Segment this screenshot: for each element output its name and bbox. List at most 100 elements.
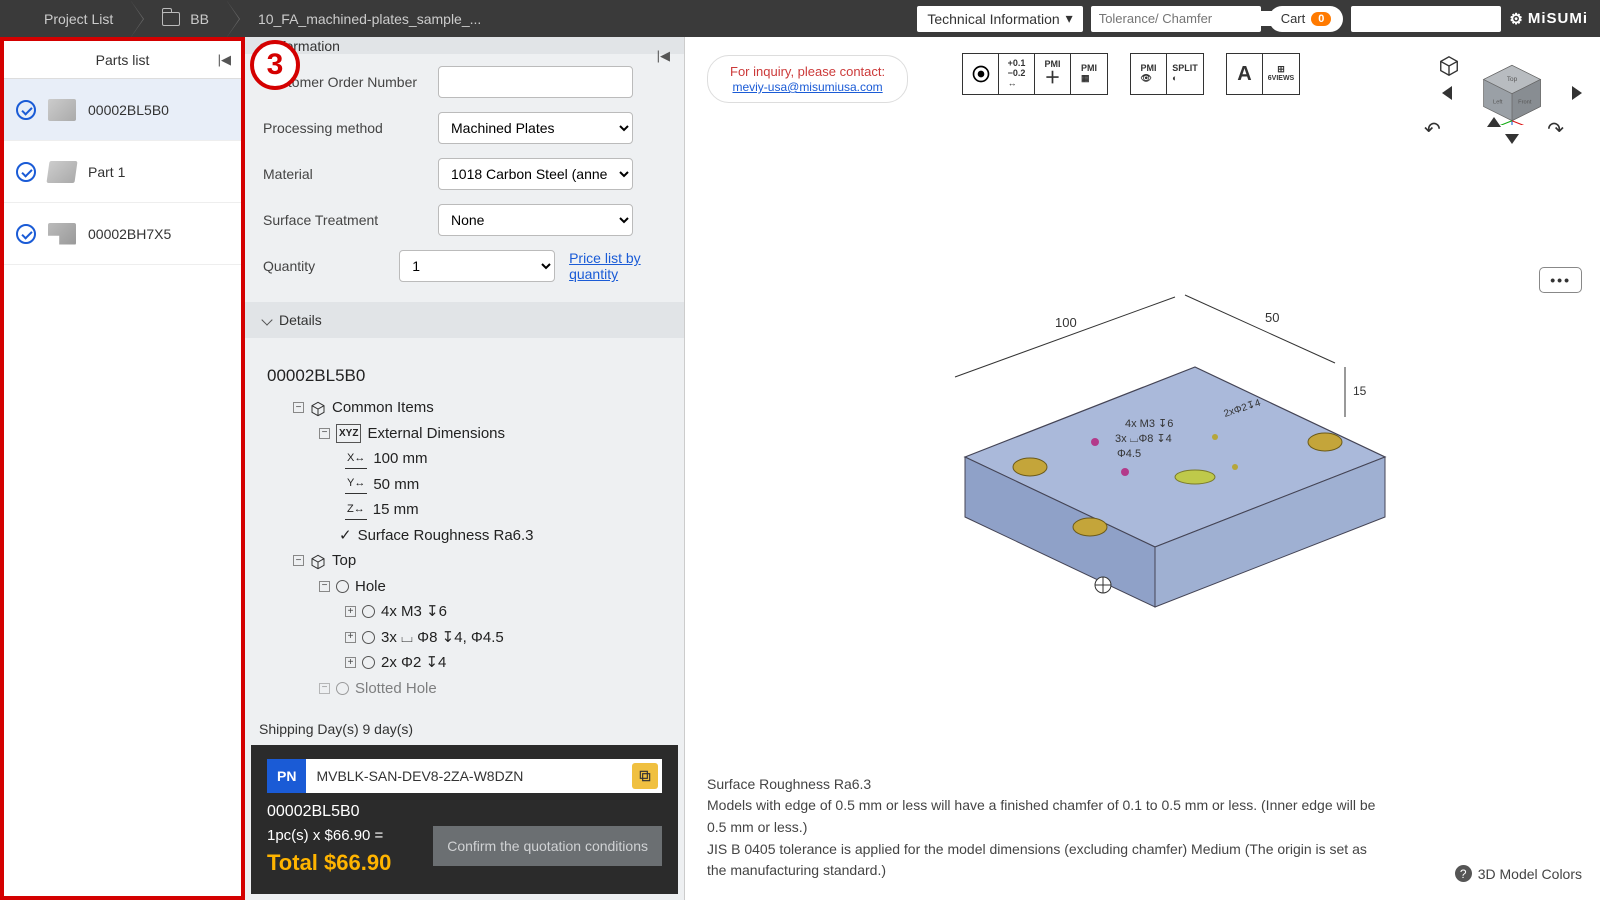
inquiry-text: For inquiry, please contact: — [730, 64, 885, 79]
cart-button[interactable]: Cart0 — [1269, 6, 1344, 32]
tree-leaf[interactable]: Z↔15 mm — [345, 497, 662, 523]
breadcrumb-folder[interactable]: BB — [144, 0, 227, 37]
svg-text:Top: Top — [1507, 76, 1518, 83]
part-item[interactable]: 00002BL5B0 — [4, 79, 241, 141]
tree-leaf[interactable]: +4x M3 ↧6 — [345, 599, 662, 625]
pmi-add-button[interactable]: PMI＋ — [1035, 54, 1071, 94]
tree-node[interactable]: −Slotted Hole — [319, 676, 662, 702]
info-panel: c Information |◀ Customer Order Number P… — [245, 37, 685, 900]
annotation-step-3: 3 — [250, 40, 300, 90]
processing-label: Processing method — [263, 120, 438, 136]
breadcrumb-file[interactable]: 10_FA_machined-plates_sample_... — [240, 0, 499, 37]
copy-icon[interactable] — [632, 763, 658, 789]
tree-leaf[interactable]: +2x Φ2 ↧4 — [345, 650, 662, 676]
text-button[interactable]: A — [1227, 54, 1263, 94]
technical-info-dropdown[interactable]: Technical Information▾ — [917, 6, 1082, 32]
chevron-down-icon — [261, 314, 272, 325]
more-button[interactable]: ••• — [1539, 267, 1582, 293]
material-label: Material — [263, 166, 438, 182]
tree-leaf[interactable]: Y↔50 mm — [345, 472, 662, 498]
tolerance-button[interactable]: +0.1−0.2↔ — [999, 54, 1035, 94]
viewer-footer-text: Surface Roughness Ra6.3 Models with edge… — [707, 774, 1380, 882]
3d-viewer[interactable]: For inquiry, please contact: meviy-usa@m… — [685, 37, 1600, 900]
surface-label: Surface Treatment — [263, 212, 438, 228]
collapse-left-icon[interactable]: |◀ — [218, 52, 231, 68]
parts-list-header: Parts list |◀ — [4, 41, 241, 79]
price-part-name: 00002BL5B0 — [267, 803, 662, 821]
surface-select[interactable]: None — [438, 204, 633, 236]
pn-badge: PN — [267, 759, 306, 793]
nav-cube-widget[interactable]: Top Front Left — [1475, 61, 1549, 125]
part-name: 00002BH7X5 — [88, 226, 171, 242]
inquiry-box: For inquiry, please contact: meviy-usa@m… — [707, 55, 908, 103]
qty-label: Quantity — [263, 258, 399, 274]
search-input[interactable] — [1099, 11, 1275, 26]
help-icon: ? — [1455, 865, 1472, 882]
tree-leaf[interactable]: +3x ⌴ Φ8 ↧4, Φ4.5 — [345, 625, 662, 651]
tree-leaf[interactable]: ✓Surface Roughness Ra6.3 — [319, 523, 662, 549]
processing-select[interactable]: Machined Plates — [438, 112, 633, 144]
collapse-info-icon[interactable]: |◀ — [657, 48, 670, 64]
cart-count-badge: 0 — [1311, 12, 1331, 26]
svg-text:15: 15 — [1353, 384, 1367, 398]
views-button[interactable]: ⊞6VIEWS — [1263, 54, 1299, 94]
part-item[interactable]: Part 1 — [4, 141, 241, 203]
hole-icon — [336, 682, 349, 695]
inquiry-email-link[interactable]: meviy-usa@misumiusa.com — [732, 80, 882, 94]
nav-up[interactable] — [1487, 117, 1501, 127]
gd-t-button[interactable] — [963, 54, 999, 94]
logo: ⚙MiSUMi — [1509, 10, 1588, 28]
rotate-ccw-icon[interactable]: ↶ — [1424, 117, 1441, 142]
search-box[interactable] — [1091, 6, 1261, 32]
y-dim-icon: Y↔ — [345, 474, 367, 494]
rotate-cw-icon[interactable]: ↷ — [1547, 117, 1564, 142]
pmi-list-button[interactable]: PMI▦ — [1071, 54, 1107, 94]
info-panel-header: c Information |◀ — [245, 37, 684, 54]
shipping-row: Shipping Day(s) 9 day(s) — [245, 713, 684, 745]
tree-node[interactable]: −Common Items — [293, 395, 662, 421]
svg-text:100: 100 — [1055, 315, 1077, 330]
part-item[interactable]: 00002BH7X5 — [4, 203, 241, 265]
svg-text:3x ⌴Φ8 ↧4: 3x ⌴Φ8 ↧4 — [1115, 433, 1172, 445]
hole-icon — [362, 631, 375, 644]
part-name: Part 1 — [88, 164, 125, 180]
tree-part-name: 00002BL5B0 — [267, 362, 662, 391]
folder-icon — [162, 12, 180, 26]
price-box: PN MVBLK-SAN-DEV8-2ZA-W8DZN 00002BL5B0 1… — [251, 745, 678, 894]
xyz-icon: XYZ — [336, 424, 361, 443]
svg-text:4x M3 ↧6: 4x M3 ↧6 — [1125, 418, 1173, 430]
check-icon — [16, 162, 36, 182]
part-number: MVBLK-SAN-DEV8-2ZA-W8DZN — [306, 768, 632, 784]
parts-list-panel: Parts list |◀ 00002BL5B0 Part 1 00002BH7… — [0, 37, 245, 900]
material-select[interactable]: 1018 Carbon Steel (anneal... — [438, 158, 633, 190]
tree-node[interactable]: −XYZExternal Dimensions — [319, 421, 662, 447]
nav-cube: ↶↷ Top Front Left — [1442, 55, 1582, 245]
account-box[interactable] — [1351, 6, 1501, 32]
cust-order-input[interactable] — [438, 66, 633, 98]
svg-text:Φ4.5: Φ4.5 — [1117, 448, 1141, 460]
pricelist-link[interactable]: Price list by quantity — [569, 250, 666, 282]
split-button[interactable]: SPLIT◐ — [1167, 54, 1203, 94]
cube-icon — [310, 400, 326, 416]
part-name: 00002BL5B0 — [88, 102, 169, 118]
nav-left[interactable] — [1442, 86, 1452, 100]
part-thumb-icon — [46, 161, 77, 183]
model-colors-link[interactable]: ?3D Model Colors — [1455, 865, 1582, 882]
details-toggle[interactable]: Details — [245, 302, 684, 338]
tree-node[interactable]: −Hole — [319, 574, 662, 600]
part-thumb-icon — [48, 223, 76, 245]
details-tree: 00002BL5B0 −Common Items −XYZExternal Di… — [263, 352, 666, 705]
breadcrumb-project-list[interactable]: Project List — [0, 0, 131, 37]
qty-select[interactable]: 1 — [399, 250, 555, 282]
pmi-hide-button[interactable]: PMI👁 — [1131, 54, 1167, 94]
part-thumb-icon — [48, 99, 76, 121]
check-icon — [16, 224, 36, 244]
svg-text:Left: Left — [1493, 100, 1503, 106]
tree-node[interactable]: −Top — [293, 548, 662, 574]
nav-right[interactable] — [1572, 86, 1582, 100]
top-bar: Project List BB 10_FA_machined-plates_sa… — [0, 0, 1600, 37]
tree-leaf[interactable]: X↔100 mm — [345, 446, 662, 472]
svg-text:50: 50 — [1265, 310, 1279, 325]
confirm-quotation-button[interactable]: Confirm the quotation conditions — [433, 826, 662, 866]
hole-icon — [336, 580, 349, 593]
